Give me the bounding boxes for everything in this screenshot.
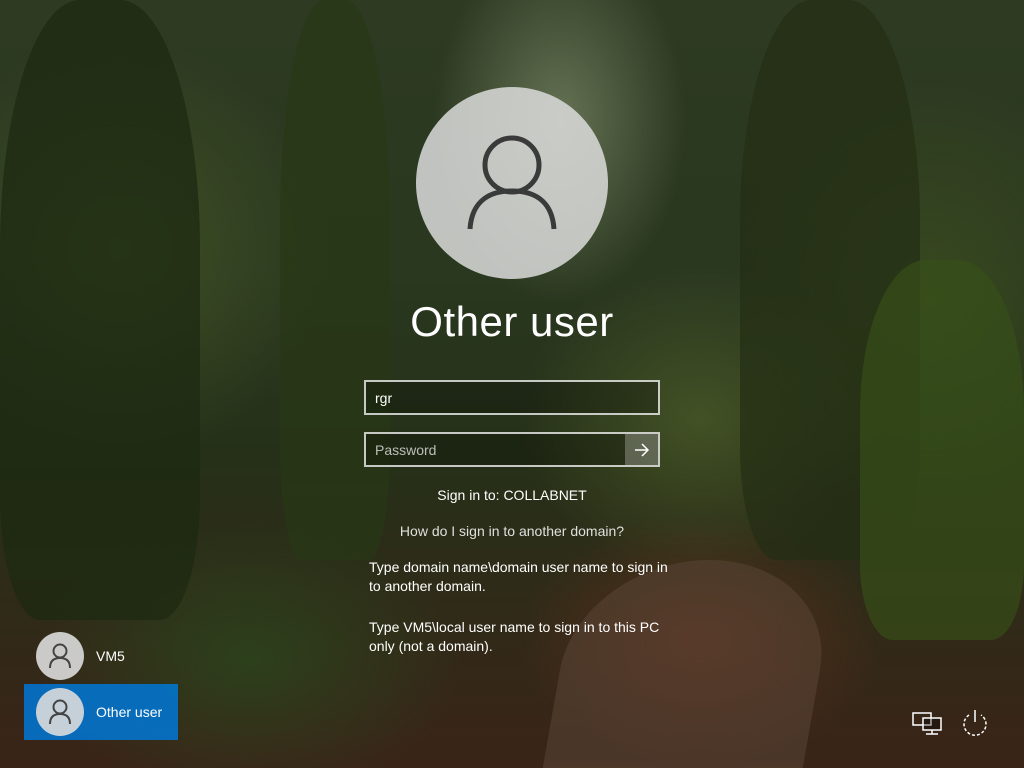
avatar <box>36 688 84 736</box>
arrow-right-icon <box>634 442 649 457</box>
page-title: Other user <box>410 298 614 345</box>
person-icon <box>49 699 71 725</box>
help-link[interactable]: How do I sign in to another domain? <box>0 523 1024 539</box>
power-button[interactable] <box>958 706 992 740</box>
user-tile-label: VM5 <box>96 648 125 664</box>
person-icon <box>467 135 557 230</box>
user-tile-vm5[interactable]: VM5 <box>24 628 178 684</box>
sign-in-domain: Sign in to: COLLABNET <box>437 487 587 503</box>
network-icon <box>912 712 942 735</box>
username-value: rgr <box>375 389 393 406</box>
avatar <box>36 632 84 680</box>
person-icon <box>49 643 71 669</box>
username-field[interactable]: rgr <box>364 380 660 415</box>
user-tile-label: Other user <box>96 704 163 720</box>
password-field[interactable]: Password <box>364 432 660 467</box>
password-placeholder: Password <box>375 441 437 458</box>
help-text-domain: Type domain name\domain user name to sig… <box>369 559 668 594</box>
user-avatar-large <box>416 87 608 279</box>
help-text-local: Type VM5\local user name to sign in to t… <box>369 619 660 654</box>
submit-button[interactable] <box>625 434 658 465</box>
power-icon <box>963 710 987 736</box>
network-button[interactable] <box>910 706 944 740</box>
user-tile-other-user[interactable]: Other user <box>24 684 178 740</box>
